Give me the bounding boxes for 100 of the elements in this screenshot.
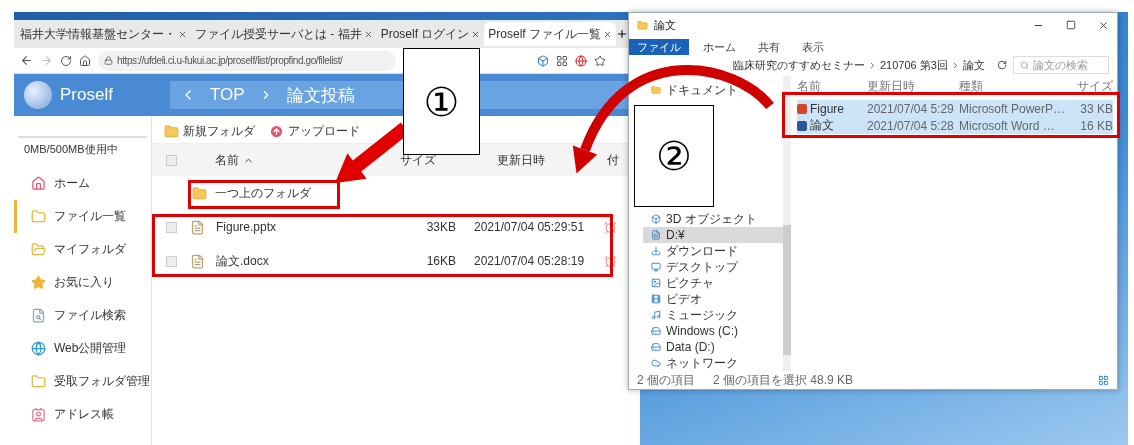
nav-icon xyxy=(651,326,661,337)
nav-item[interactable]: D:¥ xyxy=(643,227,783,244)
chevron-right-icon xyxy=(868,60,877,70)
sidebar-icon xyxy=(31,308,46,323)
home-icon[interactable] xyxy=(79,54,91,67)
toolbar-button[interactable]: アップロード xyxy=(269,123,360,140)
file-name[interactable]: Figure.pptx xyxy=(216,220,416,234)
toolbar-button[interactable]: 新規フォルダ xyxy=(164,123,255,140)
ribbon-tab[interactable]: 表示 xyxy=(794,38,832,55)
nav-icon xyxy=(651,278,661,289)
nav-item[interactable]: ダウンロード xyxy=(643,243,744,260)
app-logo: Proself xyxy=(60,85,113,105)
modified-date: 2021/07/04 05:29:51 xyxy=(473,220,586,234)
browser-tab[interactable]: ファイル授受サーバとは - 福井 xyxy=(191,22,377,46)
nav-item[interactable]: ミュージック xyxy=(643,307,744,324)
column-header[interactable]: 名前 xyxy=(797,78,821,96)
file-icon xyxy=(190,219,205,235)
ribbon-tab[interactable]: ファイル xyxy=(629,38,689,55)
nav-item[interactable]: デスクトップ xyxy=(643,259,744,276)
new-tab-icon[interactable] xyxy=(616,28,629,40)
sidebar-item[interactable]: Web公開管理 xyxy=(14,332,151,365)
lock-icon xyxy=(104,56,113,65)
document-icon xyxy=(797,120,807,131)
column-header[interactable]: 種類 xyxy=(959,78,983,96)
sidebar-icon xyxy=(31,242,46,257)
nav-item[interactable]: 3D オブジェクト xyxy=(643,211,763,228)
browser-tab[interactable]: Proself ログイン xyxy=(376,22,485,46)
star-icon[interactable] xyxy=(594,54,606,67)
sidebar-icon xyxy=(31,209,46,224)
logo-icon xyxy=(24,81,52,109)
extension-icon[interactable] xyxy=(537,54,549,67)
nav-item[interactable]: Windows (C:) xyxy=(643,323,744,340)
column-header[interactable]: 更新日時 xyxy=(497,151,545,169)
sidebar-item[interactable]: ホーム xyxy=(14,167,151,200)
folder-icon xyxy=(637,20,648,32)
close-icon[interactable] xyxy=(363,29,373,39)
nav-icon xyxy=(651,246,661,257)
browser-tab[interactable]: 福井大学情報基盤センター・ xyxy=(16,22,191,46)
storage-usage: 0MB/500MB使用中 xyxy=(18,136,147,167)
nav-item[interactable]: ピクチャ xyxy=(643,275,720,292)
alarm-clock-icon[interactable] xyxy=(604,220,617,234)
sidebar-item[interactable]: アドレス帳 xyxy=(14,398,151,431)
column-header[interactable]: 更新日時 xyxy=(867,78,915,96)
refresh-icon[interactable] xyxy=(997,60,1007,71)
parent-folder-link[interactable]: 一つ上のフォルダ xyxy=(215,184,311,202)
sidebar-icon xyxy=(31,275,46,290)
extension-icon[interactable] xyxy=(575,54,587,67)
close-icon[interactable] xyxy=(603,29,613,39)
path-segment[interactable]: 論文 xyxy=(962,57,985,73)
nav-item[interactable]: ドキュメント xyxy=(643,82,744,99)
close-icon[interactable] xyxy=(471,29,481,39)
sidebar-item[interactable]: マイフォルダ xyxy=(14,233,151,266)
reload-icon[interactable] xyxy=(60,54,72,67)
address-field[interactable]: https://ufdeli.ci.u-fukui.ac.jp/proself/list/propfind.go/filelist/ xyxy=(98,50,396,71)
nav-item[interactable]: ネットワーク xyxy=(643,355,744,372)
column-header[interactable]: 付 xyxy=(607,151,619,169)
column-header[interactable]: 名前 xyxy=(215,151,254,169)
checkbox[interactable] xyxy=(166,221,177,233)
back-icon[interactable] xyxy=(20,54,33,67)
document-icon xyxy=(797,103,807,114)
browser-tab[interactable]: Proself ファイル一覧 xyxy=(484,22,617,46)
close-icon[interactable] xyxy=(178,29,187,39)
sidebar-item[interactable]: 受取フォルダ管理 xyxy=(14,365,151,398)
alarm-clock-icon[interactable] xyxy=(604,254,617,268)
folder-icon xyxy=(164,124,179,139)
file-size: 33KB xyxy=(425,220,456,234)
sidebar-icon xyxy=(31,341,46,356)
callout-label: ① xyxy=(403,48,480,155)
extension-icon[interactable] xyxy=(556,54,568,67)
nav-icon xyxy=(651,214,661,225)
modified-date: 2021/07/04 05:28:19 xyxy=(473,254,586,268)
sidebar-item[interactable]: ファイル一覧 xyxy=(14,200,151,233)
path-segment[interactable]: 臨床研究のすすめセミナー xyxy=(733,57,865,73)
file-name[interactable]: 論文.docx xyxy=(216,252,416,270)
file-size: 16KB xyxy=(425,254,456,268)
ribbon-tab[interactable]: 共有 xyxy=(750,38,788,55)
path-bar[interactable]: 臨床研究のすすめセミナー 210706 第3回 論文 xyxy=(637,56,991,75)
column-header[interactable]: サイズ xyxy=(1077,78,1113,96)
view-icon[interactable] xyxy=(1098,374,1109,386)
window-title: 論文 xyxy=(654,18,676,34)
callout-label: ② xyxy=(634,105,714,207)
status-text: 2 個の項目を選択 48.9 KB xyxy=(713,371,854,389)
checkbox[interactable] xyxy=(166,154,177,166)
sidebar-item[interactable]: お気に入り xyxy=(14,266,151,299)
nav-icon xyxy=(651,262,661,273)
close-icon[interactable] xyxy=(1098,20,1109,32)
checkbox[interactable] xyxy=(166,255,177,267)
ribbon-tab[interactable]: ホーム xyxy=(695,38,744,55)
nav-item[interactable]: Data (D:) xyxy=(643,339,721,356)
scrollbar[interactable] xyxy=(783,76,791,372)
file-row[interactable]: 論文 2021/07/04 5:28 Microsoft Word … 16 KB xyxy=(797,117,1113,135)
nav-icon xyxy=(651,294,661,305)
search-icon xyxy=(1020,60,1029,70)
maximize-icon[interactable] xyxy=(1066,20,1076,31)
path-segment[interactable]: 210706 第3回 xyxy=(880,57,948,73)
nav-item[interactable]: ビデオ xyxy=(643,291,708,308)
folder-icon xyxy=(192,185,207,201)
sidebar-item[interactable]: ファイル検索 xyxy=(14,299,151,332)
file-row[interactable]: Figure 2021/07/04 5:29 Microsoft PowerP… 33 KB xyxy=(797,100,1113,118)
nav-icon xyxy=(651,342,661,353)
